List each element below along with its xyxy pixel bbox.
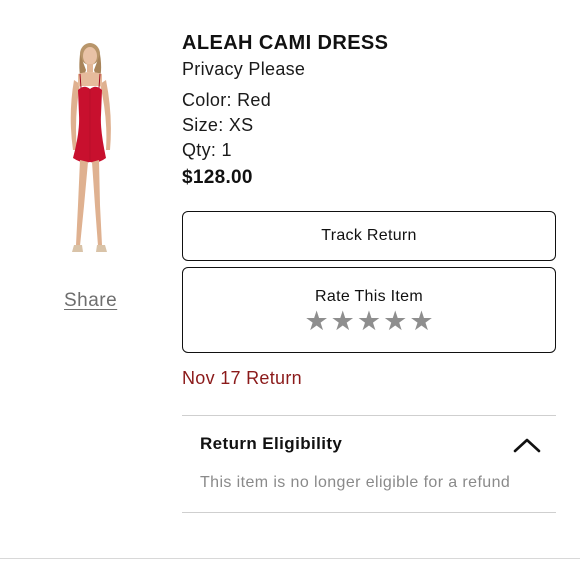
return-eligibility-title: Return Eligibility (200, 434, 343, 453)
rate-item-box: Rate This Item ★ ★ ★ ★ ★ (182, 267, 556, 353)
rate-item-label: Rate This Item (315, 288, 423, 305)
red-dress-icon (70, 43, 111, 252)
product-details: ALEAH CAMI DRESS Privacy Please Color: R… (182, 30, 556, 191)
star-4-icon[interactable]: ★ (383, 308, 407, 336)
star-3-icon[interactable]: ★ (357, 308, 381, 336)
star-5-icon[interactable]: ★ (409, 308, 433, 336)
chevron-up-icon[interactable] (512, 436, 542, 454)
star-2-icon[interactable]: ★ (331, 308, 355, 336)
product-brand: Privacy Please (182, 59, 306, 79)
return-eligibility-toggle[interactable]: Return Eligibility (182, 430, 556, 460)
return-status-text: Nov 17 Return (182, 368, 302, 388)
page-divider (0, 558, 580, 559)
divider (182, 415, 556, 416)
return-eligibility-message: This item is no longer eligible for a re… (200, 474, 511, 491)
product-title: ALEAH CAMI DRESS (182, 32, 389, 54)
star-rating: ★ ★ ★ ★ ★ (183, 308, 555, 336)
divider (182, 512, 556, 513)
product-qty: Qty: 1 (182, 140, 232, 160)
product-price: $128.00 (182, 167, 253, 188)
product-attributes: Color: Red Size: XS Qty: 1 (182, 88, 556, 163)
product-color: Color: Red (182, 90, 272, 110)
product-size: Size: XS (182, 115, 254, 135)
star-1-icon[interactable]: ★ (304, 308, 328, 336)
track-return-button[interactable]: Track Return (182, 211, 556, 261)
share-link[interactable]: Share (64, 290, 117, 312)
product-image[interactable] (40, 40, 140, 270)
